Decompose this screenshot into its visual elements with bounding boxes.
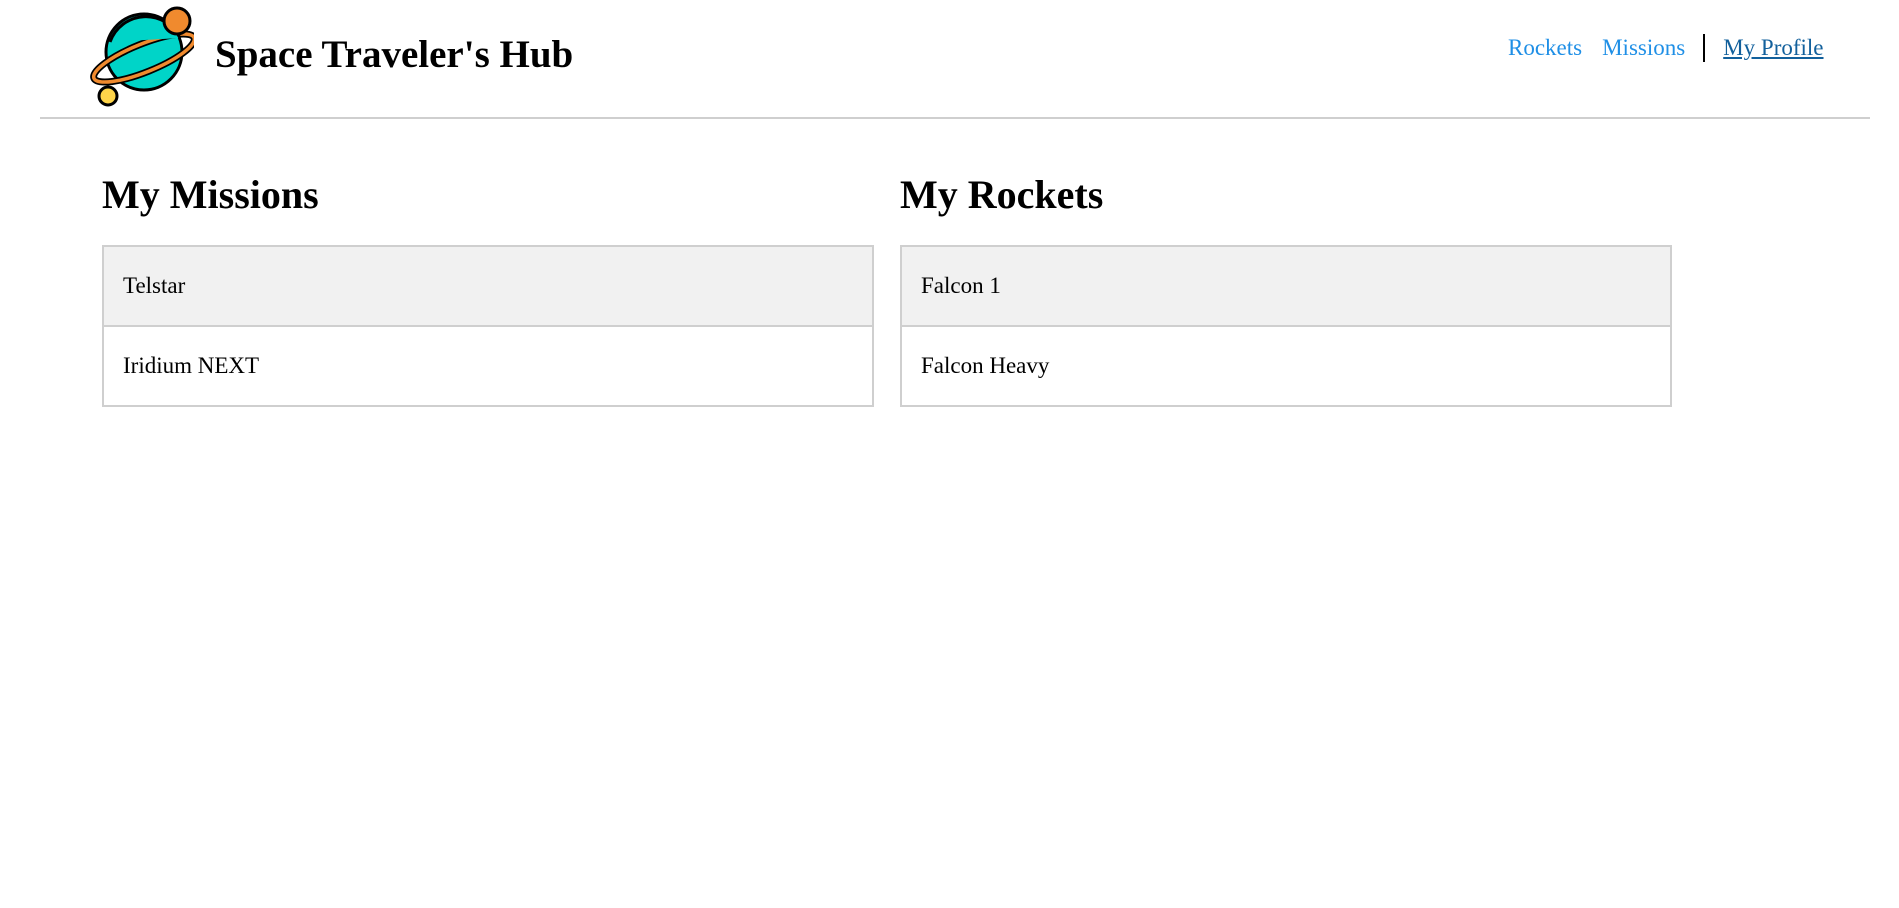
rocket-item-falcon-heavy: Falcon Heavy	[902, 327, 1670, 407]
missions-list: Telstar Iridium NEXT	[102, 245, 874, 407]
main-nav: Rockets Missions My Profile	[1508, 32, 1824, 64]
mission-item-iridium-next: Iridium NEXT	[104, 327, 872, 407]
site-header: Space Traveler's Hub Rockets Missions My…	[40, 0, 1870, 119]
nav-link-missions[interactable]: Missions	[1602, 35, 1685, 61]
rockets-title: My Rockets	[900, 172, 1104, 217]
brand-title: Space Traveler's Hub	[215, 33, 574, 76]
planet-icon[interactable]	[88, 2, 194, 108]
mission-item-telstar: Telstar	[104, 247, 872, 327]
rockets-list: Falcon 1 Falcon Heavy	[900, 245, 1672, 407]
rocket-item-falcon-1: Falcon 1	[902, 247, 1670, 327]
nav-separator	[1703, 34, 1706, 62]
nav-link-rockets[interactable]: Rockets	[1508, 35, 1582, 61]
missions-title: My Missions	[102, 172, 319, 217]
nav-link-my-profile[interactable]: My Profile	[1723, 35, 1823, 61]
